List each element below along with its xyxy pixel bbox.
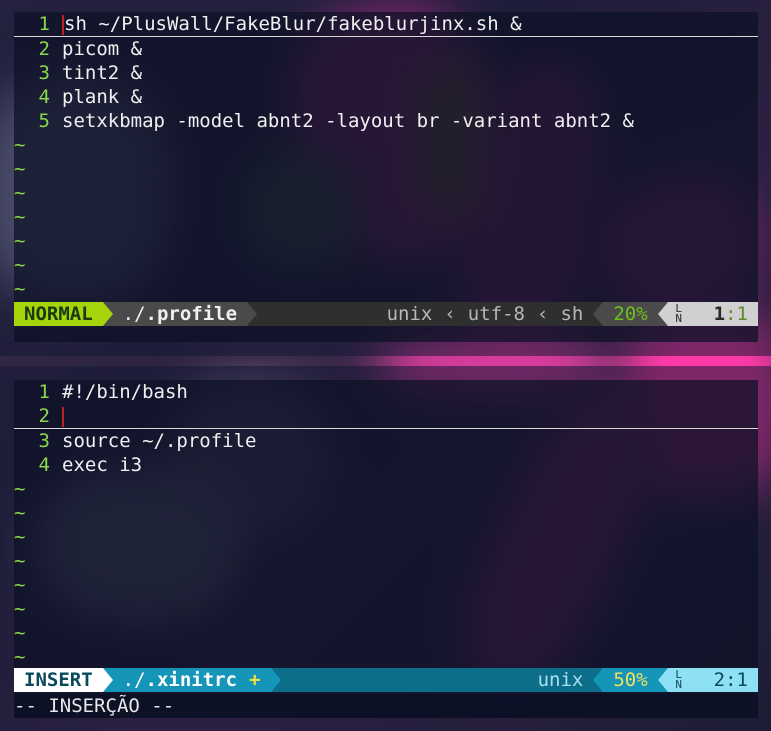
- empty-line-marker: ~: [14, 478, 26, 500]
- code-line[interactable]: 1 #!/bin/bash: [14, 380, 758, 404]
- empty-line-marker: ~: [14, 550, 26, 572]
- scroll-percent: 20%: [603, 302, 658, 326]
- code-line[interactable]: 5 setxkbmap -model abnt2 -layout br -vari…: [14, 109, 758, 133]
- line-number: 3: [38, 62, 50, 84]
- separator-icon: [102, 668, 113, 692]
- path-prefix: ./: [122, 303, 146, 325]
- code-line[interactable]: 3 tint2 &: [14, 61, 758, 85]
- empty-line-marker: ~: [14, 502, 26, 524]
- modified-flag: +: [249, 669, 261, 691]
- file-path: ./.xinitrc +: [112, 668, 271, 692]
- code-text: sh ~/PlusWall/FakeBlur/fakeblurjinx.sh &: [64, 13, 522, 35]
- code-text: tint2 &: [62, 62, 143, 84]
- empty-line-marker: ~: [14, 574, 26, 596]
- cursor-col: :1: [725, 303, 748, 325]
- mode-indicator: INSERT: [14, 668, 103, 692]
- file-path: ./.profile: [112, 302, 248, 326]
- empty-line-marker: ~: [14, 158, 26, 180]
- separator-icon: [270, 668, 281, 692]
- code-line[interactable]: 2: [14, 404, 758, 429]
- line-number-icon: LN: [667, 302, 690, 326]
- code-line[interactable]: 1 sh ~/PlusWall/FakeBlur/fakeblurjinx.sh …: [14, 12, 758, 37]
- bottom-editor-pane[interactable]: 1 #!/bin/bash 2 3 source ~/.profile 4 exec …: [14, 380, 758, 718]
- top-editor-pane[interactable]: 1 sh ~/PlusWall/FakeBlur/fakeblurjinx.sh …: [14, 12, 758, 342]
- file-encoding: utf-8: [457, 302, 535, 326]
- code-text: exec i3: [62, 454, 143, 476]
- file-type: sh: [550, 302, 594, 326]
- line-number: 2: [38, 405, 50, 427]
- separator-icon: [247, 302, 258, 326]
- file-name: .xinitrc: [145, 669, 238, 691]
- path-prefix: ./: [122, 669, 146, 691]
- code-text: picom &: [62, 38, 143, 60]
- scroll-percent: 50%: [603, 668, 658, 692]
- thin-separator-icon: ‹: [534, 302, 551, 326]
- cursor-line: 1: [713, 303, 726, 325]
- cursor-position: 1:1: [689, 302, 758, 326]
- statusline-insert: INSERT ./.xinitrc + unix 50% LN 2:1: [14, 668, 758, 692]
- line-number: 1: [38, 13, 50, 35]
- line-number: 1: [38, 381, 50, 403]
- empty-line-marker: ~: [14, 182, 26, 204]
- empty-line-marker: ~: [14, 278, 26, 300]
- separator-icon: [657, 302, 668, 326]
- empty-line-marker: ~: [14, 230, 26, 252]
- code-text: source ~/.profile: [62, 430, 257, 452]
- line-number: 4: [38, 86, 50, 108]
- thin-separator-icon: ‹: [442, 302, 458, 326]
- empty-line-marker: ~: [14, 254, 26, 276]
- file-format: unix: [527, 668, 594, 692]
- line-number: 2: [38, 38, 50, 60]
- empty-line-marker: ~: [14, 598, 26, 620]
- line-number: 5: [38, 110, 50, 132]
- code-line[interactable]: 3 source ~/.profile: [14, 429, 758, 453]
- separator-icon: [593, 302, 604, 326]
- empty-line-marker: ~: [14, 206, 26, 228]
- empty-line-marker: ~: [14, 526, 26, 548]
- statusline-normal: NORMAL ./.profile unix ‹ utf-8 ‹ sh 20% …: [14, 302, 758, 326]
- separator-icon: [102, 302, 113, 326]
- code-text: setxkbmap -model abnt2 -layout br -varia…: [62, 110, 634, 132]
- line-number-icon: LN: [667, 668, 690, 692]
- mode-indicator: NORMAL: [14, 302, 103, 326]
- empty-line-marker: ~: [14, 646, 26, 668]
- empty-line-marker: ~: [14, 622, 26, 644]
- separator-icon: [593, 668, 604, 692]
- line-number: 4: [38, 454, 50, 476]
- separator-icon: [657, 668, 668, 692]
- code-line[interactable]: 4 exec i3: [14, 453, 758, 477]
- code-line[interactable]: 2 picom &: [14, 37, 758, 61]
- cursor-position: 2:1: [689, 668, 758, 692]
- command-line-mode-message: -- INSERÇÃO --: [14, 694, 758, 718]
- file-name: .profile: [145, 303, 238, 325]
- empty-line-marker: ~: [14, 134, 26, 156]
- code-line[interactable]: 4 plank &: [14, 85, 758, 109]
- line-number: 3: [38, 430, 50, 452]
- code-text: #!/bin/bash: [62, 381, 188, 403]
- text-cursor: [62, 406, 64, 427]
- file-format: unix: [376, 302, 443, 326]
- code-text: plank &: [62, 86, 143, 108]
